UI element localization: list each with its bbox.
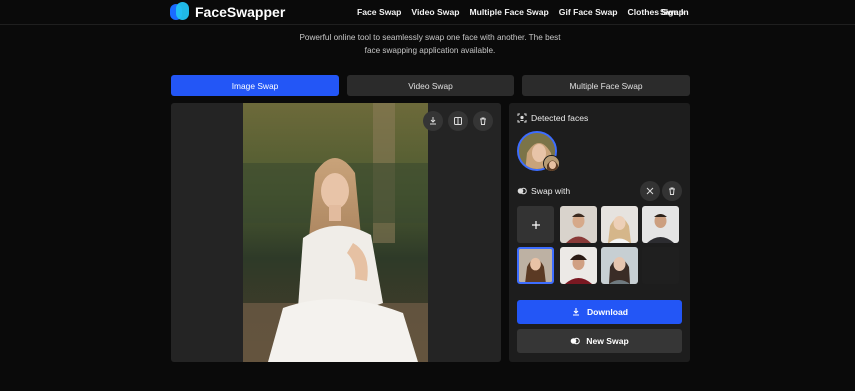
- new-swap-button[interactable]: New Swap: [517, 329, 682, 353]
- tab-image-swap[interactable]: Image Swap: [171, 75, 339, 96]
- nav-links: Face Swap Video Swap Multiple Face Swap …: [357, 7, 694, 17]
- uploaded-photo: [243, 103, 428, 362]
- logo[interactable]: FaceSwapper: [170, 2, 285, 21]
- tab-video-swap[interactable]: Video Swap: [347, 75, 514, 96]
- face-scan-icon: [517, 113, 527, 123]
- add-face-button[interactable]: [517, 206, 554, 243]
- plus-icon: [531, 220, 540, 229]
- new-swap-icon: [570, 336, 581, 346]
- nav-link-multiple-face-swap[interactable]: Multiple Face Swap: [470, 7, 549, 17]
- swap-icon: [517, 187, 527, 195]
- image-editor-panel: [171, 103, 501, 362]
- download-label: Download: [586, 307, 629, 317]
- face-option-curly-man[interactable]: [560, 247, 597, 284]
- trash-icon[interactable]: [473, 111, 493, 131]
- face-option-blonde-woman[interactable]: [601, 206, 638, 243]
- sign-in-link[interactable]: Sign In: [660, 7, 689, 17]
- face-option-man-plaid[interactable]: [560, 206, 597, 243]
- top-nav: FaceSwapper Face Swap Video Swap Multipl…: [0, 0, 855, 25]
- nav-link-face-swap[interactable]: Face Swap: [357, 7, 401, 17]
- swap-options-panel: Detected faces Swap with Download New Sw…: [509, 103, 690, 362]
- nav-link-video-swap[interactable]: Video Swap: [411, 7, 459, 17]
- download-button[interactable]: Download: [517, 300, 682, 324]
- face-option-man-suit[interactable]: [642, 206, 679, 243]
- download-icon[interactable]: [423, 111, 443, 131]
- tab-multiple-face-swap[interactable]: Multiple Face Swap: [522, 75, 690, 96]
- compare-icon[interactable]: [448, 111, 468, 131]
- hero-description: Powerful online tool to seamlessly swap …: [290, 31, 570, 57]
- new-swap-label: New Swap: [586, 336, 629, 346]
- swap-target-face-thumbnail: [543, 155, 560, 172]
- logo-icon: [170, 2, 189, 21]
- brand-name: FaceSwapper: [195, 3, 286, 20]
- face-option-dark-hair-woman[interactable]: [601, 247, 638, 284]
- hero-line-1: Powerful online tool to seamlessly swap …: [299, 33, 561, 42]
- face-option-brunette-woman-selected[interactable]: [517, 247, 554, 284]
- clear-faces-trash-icon[interactable]: [662, 181, 682, 201]
- swap-faces-grid: [517, 206, 681, 286]
- nav-link-gif-face-swap[interactable]: Gif Face Swap: [559, 7, 618, 17]
- close-icon[interactable]: [640, 181, 660, 201]
- hero-line-2: face swapping application available.: [364, 46, 496, 55]
- detected-faces-title: Detected faces: [531, 113, 589, 123]
- face-option-empty-slot: [642, 247, 679, 284]
- swap-with-title: Swap with: [531, 186, 571, 196]
- download-button-icon: [571, 307, 581, 317]
